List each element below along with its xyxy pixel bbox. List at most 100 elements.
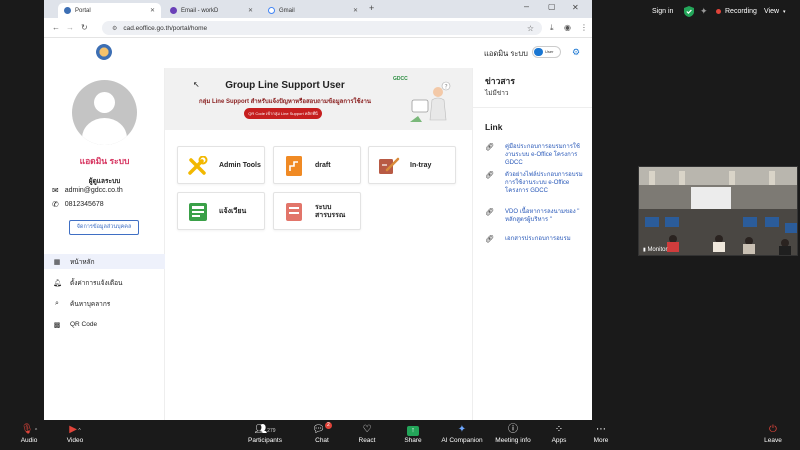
sidebar-item-home[interactable]: ▦ หน้าหลัก — [44, 254, 165, 269]
divider — [473, 107, 592, 108]
chat-label: Chat — [315, 437, 329, 444]
more-button[interactable]: ⋯ More — [576, 422, 626, 444]
heart-icon: ♡ — [362, 424, 372, 435]
participant-name-text: Monitor — [647, 247, 668, 253]
email-row: ✉ admin@gdcc.co.th — [52, 186, 123, 195]
avatar-body — [82, 118, 127, 145]
record-dot-icon — [716, 9, 721, 14]
edit-profile-button[interactable]: จัดการข้อมูลส่วนบุคคล — [69, 220, 139, 235]
tab-email[interactable]: Email - workD ✕ — [164, 3, 259, 18]
sign-in-button[interactable]: Sign in — [652, 8, 673, 15]
leave-button[interactable]: ⏻ Leave — [748, 422, 798, 444]
link-icon: 🔗︎ — [485, 236, 494, 243]
portal-header: แอดมิน ระบบ User ⚙ — [44, 38, 592, 68]
tab-label: Email - workD — [181, 7, 219, 14]
sidebar-item-qrcode[interactable]: ▩ QR Code — [44, 317, 165, 332]
react-button[interactable]: ♡ React — [342, 422, 392, 444]
app-tile-admin-tools[interactable]: Admin Tools — [177, 146, 265, 184]
app-tile-label: Admin Tools — [219, 161, 261, 169]
link-item[interactable]: 🔗︎ VDO เนื้อหาการลงนามของ " หลักสูตรผู้บ… — [485, 208, 589, 224]
browser-menu-icon[interactable]: ⋮ — [580, 23, 588, 32]
view-button[interactable]: View ▾ — [764, 8, 786, 15]
svg-text:?: ? — [445, 84, 448, 91]
link-icon: 🔗︎ — [485, 144, 494, 151]
recording-label: Recording — [725, 8, 757, 15]
app-tile-saraban[interactable]: ระบบ สารบรรณ — [273, 192, 361, 230]
link-text[interactable]: ตัวอย่างไฟล์ประกอบการอบรมการใช้งานระบบ e… — [485, 171, 589, 195]
app-tile-circular[interactable]: แจ้งเวียน — [177, 192, 265, 230]
right-sidebar: ข่าวสาร ไม่มีข่าว Link 🔗︎ คู่มือประกอบกา… — [472, 68, 592, 420]
close-icon[interactable]: ✕ — [248, 7, 253, 14]
ai-sparkle-icon: ✦ — [457, 424, 467, 435]
leave-label: Leave — [764, 437, 782, 444]
participants-button[interactable]: 👥︎279 Participants — [240, 422, 290, 444]
more-icon: ⋯ — [596, 424, 606, 435]
link-text[interactable]: VDO เนื้อหาการลงนามของ " หลักสูตรผู้บริห… — [485, 208, 589, 224]
participants-label: Participants — [248, 437, 282, 444]
share-button[interactable]: ↑ Share — [388, 422, 438, 444]
profile-icon[interactable]: ◉ — [564, 23, 571, 32]
sidebar-item-label: หน้าหลัก — [70, 258, 95, 266]
minimize-icon[interactable]: – — [524, 1, 529, 11]
download-icon[interactable]: ⤓ — [550, 23, 554, 33]
app-tile-draft[interactable]: draft — [273, 146, 361, 184]
main-content: ↖ Group Line Support User กลุ่ม Line Sup… — [165, 68, 472, 420]
sidebar-item-label: ตั้งค่าการแจ้งเตือน — [70, 279, 123, 287]
agency-logo[interactable] — [96, 44, 112, 60]
profile-role: ผู้ดูแลระบบ — [88, 178, 121, 185]
participants-count: 279 — [267, 428, 276, 434]
url-field[interactable]: ⚙ cad.eoffice.go.th/portal/home ☆ — [102, 21, 542, 35]
participant-video-tile[interactable]: ▮ Monitor — [638, 166, 798, 256]
sparkle-icon[interactable]: ✦ — [700, 6, 708, 17]
shield-check-icon[interactable] — [684, 6, 694, 17]
video-button[interactable]: ▶ ^ Video — [50, 422, 100, 444]
phone-icon: ✆ — [52, 200, 59, 209]
email-icon: ✉ — [52, 186, 59, 195]
link-text[interactable]: เอกสารประกอบการอบรม — [485, 235, 589, 243]
saraban-icon — [286, 203, 302, 221]
share-screen-icon: ↑ — [388, 422, 438, 437]
role-toggle[interactable]: User — [532, 46, 561, 58]
tab-bar: Portal ✕ Email - workD ✕ Gmail ✕ + – ▢ ✕ — [44, 0, 592, 18]
zoom-toolbar: 🎙︎ ^ Audio ▶ ^ Video 👥︎279 Participants … — [0, 420, 800, 450]
video-label: Video — [66, 437, 84, 444]
forward-arrow-icon[interactable]: → — [66, 23, 74, 32]
search-icon: ⌕ — [55, 299, 59, 307]
app-tile-label: ระบบ สารบรรณ — [315, 203, 346, 219]
audio-button[interactable]: 🎙︎ ^ Audio — [4, 422, 54, 444]
meeting-info-button[interactable]: ⓘ Meeting info — [488, 422, 538, 444]
bookmark-star-icon[interactable]: ☆ — [527, 24, 534, 33]
ai-companion-button[interactable]: ✦ AI Companion — [437, 422, 487, 444]
gmail-favicon-icon — [268, 7, 275, 14]
circular-icon — [189, 203, 207, 221]
classroom-video-image — [639, 167, 797, 255]
app-tile-label: In-tray — [410, 161, 432, 169]
sidebar-item-notifications[interactable]: 🔔︎ ตั้งค่าการแจ้งเตือน — [44, 275, 165, 290]
close-icon[interactable]: ✕ — [353, 7, 358, 14]
close-icon[interactable]: ✕ — [150, 7, 155, 14]
link-text[interactable]: คู่มือประกอบการอบรมการใช้งานระบบ e-Offic… — [485, 143, 589, 167]
link-item[interactable]: 🔗︎ เอกสารประกอบการอบรม — [485, 235, 589, 243]
link-item[interactable]: 🔗︎ คู่มือประกอบการอบรมการใช้งานระบบ e-Of… — [485, 143, 589, 167]
app-tile-intray[interactable]: In-tray — [368, 146, 456, 184]
maximize-icon[interactable]: ▢ — [548, 2, 556, 11]
recording-indicator[interactable]: Recording — [716, 8, 757, 15]
site-info-icon[interactable]: ⚙ — [112, 25, 117, 32]
window-close-icon[interactable]: ✕ — [572, 3, 579, 12]
link-item[interactable]: 🔗︎ ตัวอย่างไฟล์ประกอบการอบรมการใช้งานระบ… — [485, 171, 589, 195]
new-tab-button[interactable]: + — [369, 3, 374, 13]
email-favicon-icon — [170, 7, 177, 14]
back-arrow-icon[interactable]: ← — [52, 23, 60, 32]
gear-icon[interactable]: ⚙ — [572, 47, 580, 58]
line-support-banner[interactable]: ↖ Group Line Support User กลุ่ม Line Sup… — [165, 68, 472, 130]
more-label: More — [593, 437, 609, 444]
tab-portal[interactable]: Portal ✕ — [58, 3, 161, 18]
tab-gmail[interactable]: Gmail ✕ — [262, 3, 364, 18]
sidebar-item-search-personnel[interactable]: ⌕ ค้นหาบุคลากร — [44, 296, 165, 311]
avatar — [72, 80, 137, 145]
reload-icon[interactable]: ↻ — [81, 23, 88, 32]
line-support-qr-button[interactable]: QR Code เข้ากลุ่ม Line Support คลิกที่นี… — [244, 108, 322, 119]
chat-button[interactable]: 💬︎ 2 Chat — [297, 422, 347, 444]
profile-email: admin@gdcc.co.th — [64, 187, 123, 194]
app-tile-label: draft — [315, 161, 331, 169]
